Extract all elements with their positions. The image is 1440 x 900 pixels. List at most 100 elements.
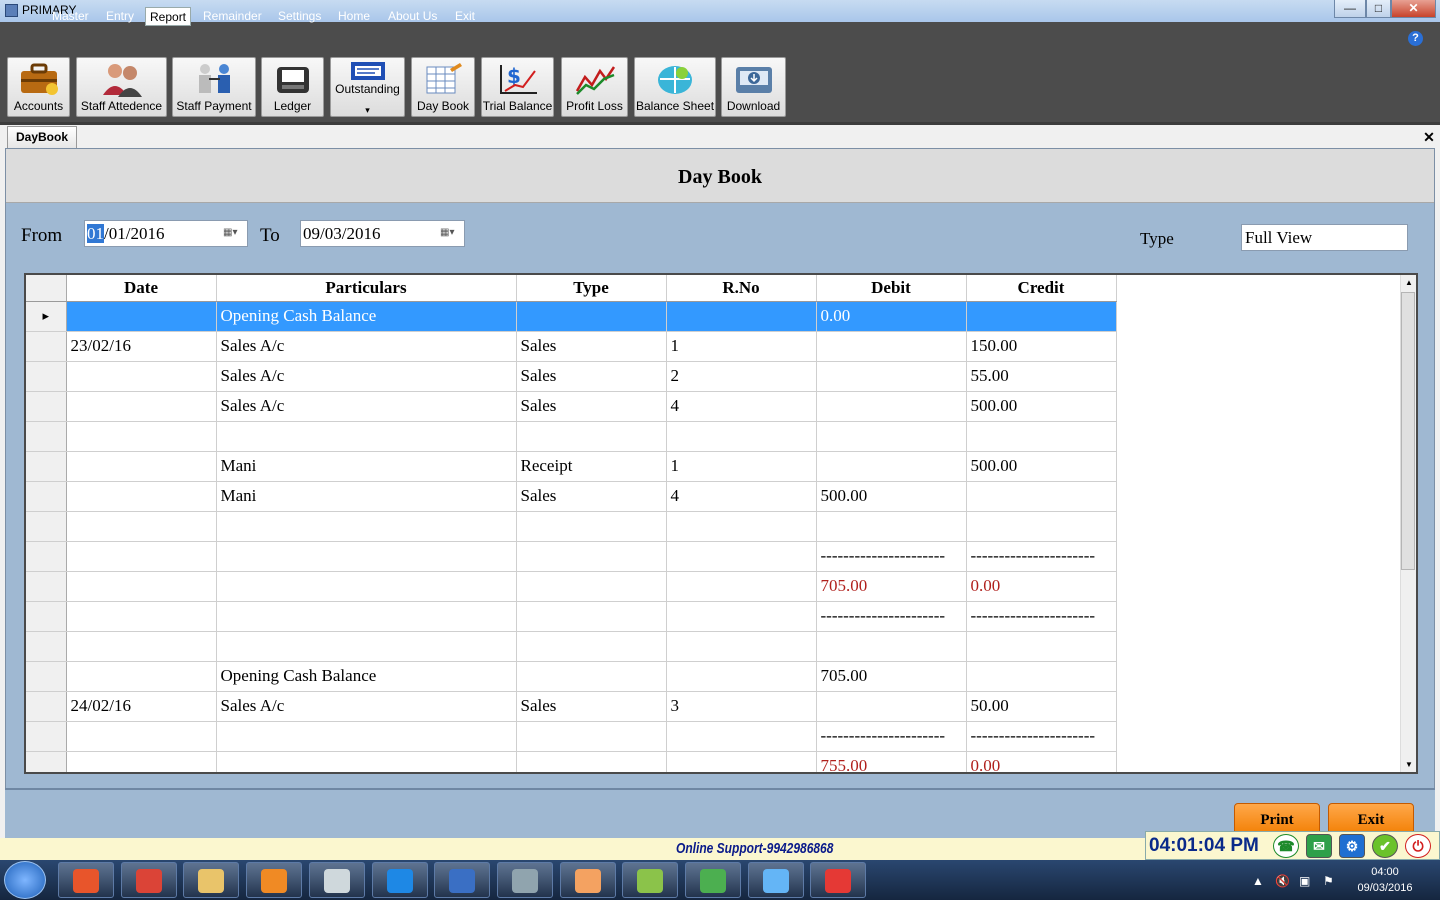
tray-clock[interactable]: 04:00 09/03/2016 [1352,864,1418,896]
cell-date[interactable] [66,301,217,332]
taskbar-app-button[interactable] [246,862,303,898]
cell-type[interactable]: Sales [516,361,667,392]
cell-credit[interactable]: 150.00 [966,331,1117,362]
action-center-icon[interactable]: ⚑ [1323,874,1334,888]
row-header-cell[interactable] [26,451,67,482]
cell-date[interactable] [66,511,217,542]
cell-particulars[interactable] [216,721,517,752]
table-row[interactable]: ---------------------- ------------------… [26,541,1117,572]
cell-type[interactable]: Sales [516,481,667,512]
cell-date[interactable] [66,451,217,482]
ok-icon[interactable]: ✔ [1372,834,1398,858]
outstanding-dropdown-arrow[interactable]: ▾ [331,105,404,116]
outstanding-button[interactable]: Outstanding ▾ [330,57,405,117]
taskbar-app-button[interactable] [810,862,867,898]
phone-icon[interactable]: ☎ [1273,834,1299,858]
cell-particulars[interactable] [216,541,517,572]
cell-credit[interactable] [966,481,1117,512]
calendar-icon[interactable]: ▦▾ [223,227,243,241]
row-header-cell[interactable] [26,511,67,542]
scrollbar-thumb[interactable] [1401,292,1415,570]
cell-debit[interactable]: ---------------------- [816,541,967,572]
cell-credit[interactable]: 500.00 [966,391,1117,422]
cell-credit[interactable]: ---------------------- [966,721,1117,752]
cell-type[interactable] [516,661,667,692]
cell-type[interactable]: Sales [516,391,667,422]
scroll-up-arrow[interactable]: ▲ [1405,278,1413,287]
cell-type[interactable] [516,601,667,632]
cell-type[interactable] [516,301,667,332]
table-row[interactable]: 705.00 0.00 [26,571,1117,602]
cell-rno[interactable] [666,631,817,662]
row-header-cell[interactable] [26,541,67,572]
taskbar-app-button[interactable] [308,862,365,898]
cell-rno[interactable] [666,601,817,632]
taskbar-app-button[interactable] [685,862,741,898]
cell-debit[interactable] [816,331,967,362]
scroll-down-arrow[interactable]: ▼ [1405,760,1413,769]
row-header-cell[interactable] [26,571,67,602]
menu-exit[interactable]: Exit [451,7,479,26]
taskbar-app-button[interactable] [434,862,491,898]
row-header-cell[interactable] [26,601,67,632]
cell-type[interactable] [516,631,667,662]
row-header-cell[interactable]: ▸ [26,301,67,332]
accounts-button[interactable]: Accounts [7,57,70,117]
row-header-cell[interactable] [26,331,67,362]
tray-expand-icon[interactable]: ▲ [1252,874,1264,888]
cell-credit[interactable]: ---------------------- [966,541,1117,572]
row-header-cell[interactable] [26,661,67,692]
row-header-cell[interactable] [26,751,67,772]
tab-daybook[interactable]: DayBook [7,126,77,148]
cell-date[interactable] [66,571,217,602]
row-header-cell[interactable] [26,691,67,722]
cell-rno[interactable] [666,661,817,692]
cell-rno[interactable] [666,541,817,572]
menu-report[interactable]: Report [145,7,192,26]
cell-date[interactable] [66,601,217,632]
cell-date[interactable] [66,421,217,452]
table-row[interactable]: ---------------------- ------------------… [26,601,1117,632]
cell-type[interactable] [516,511,667,542]
cell-particulars[interactable]: Sales A/c [216,391,517,422]
cell-credit[interactable] [966,301,1117,332]
cell-rno[interactable]: 3 [666,691,817,722]
column-header-debit[interactable]: Debit [816,275,967,302]
cell-particulars[interactable] [216,511,517,542]
table-row[interactable]: ---------------------- ------------------… [26,721,1117,752]
cell-particulars[interactable] [216,571,517,602]
table-row[interactable] [26,421,1117,452]
cell-particulars[interactable] [216,601,517,632]
cell-date[interactable] [66,751,217,772]
cell-debit[interactable]: 705.00 [816,571,967,602]
profit-loss-button[interactable]: Profit Loss [561,57,628,117]
cell-credit[interactable]: 0.00 [966,571,1117,602]
close-tab-icon[interactable]: ✕ [1419,127,1439,147]
maximize-button[interactable]: □ [1366,0,1391,18]
menu-home[interactable]: Home [334,7,374,26]
settings-icon[interactable]: ⚙ [1339,834,1365,858]
cell-credit[interactable] [966,511,1117,542]
cell-rno[interactable] [666,421,817,452]
cell-date[interactable] [66,541,217,572]
minimize-button[interactable]: — [1334,0,1366,18]
mail-icon[interactable]: ✉ [1306,834,1332,858]
table-row[interactable]: 24/02/16 Sales A/c Sales 3 50.00 [26,691,1117,722]
taskbar-app-button[interactable] [496,862,553,898]
cell-date[interactable] [66,481,217,512]
cell-debit[interactable]: ---------------------- [816,721,967,752]
ledger-button[interactable]: Ledger [261,57,324,117]
cell-date[interactable]: 23/02/16 [66,331,217,362]
table-row[interactable]: 23/02/16 Sales A/c Sales 1 150.00 [26,331,1117,362]
cell-date[interactable] [66,391,217,422]
menu-settings[interactable]: Settings [274,7,325,26]
cell-type[interactable] [516,751,667,772]
cell-type[interactable]: Sales [516,331,667,362]
row-header-cell[interactable] [26,631,67,662]
table-row[interactable] [26,511,1117,542]
taskbar-app-button[interactable] [747,862,804,898]
power-icon[interactable]: ⏻ [1405,834,1431,858]
cell-rno[interactable] [666,301,817,332]
cell-debit[interactable]: 500.00 [816,481,967,512]
column-header-credit[interactable]: Credit [966,275,1117,302]
